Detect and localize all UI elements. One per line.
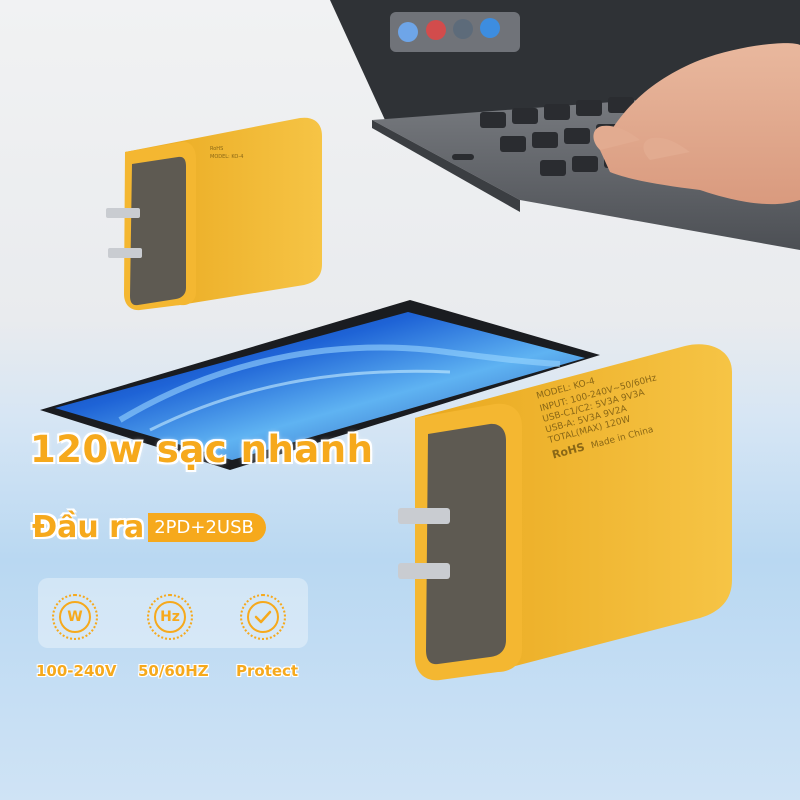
dock-app-icon: [426, 20, 446, 40]
dock-app-icon: [398, 22, 418, 42]
dock-app-icon: [480, 18, 500, 38]
dock-app-icon: [453, 19, 473, 39]
feature-label-voltage: 100-240V: [36, 662, 117, 680]
svg-text:MODEL: KO-4: MODEL: KO-4: [210, 154, 243, 160]
hertz-icon: Hz: [147, 594, 193, 640]
plug-prong: [398, 563, 450, 579]
check-icon: [240, 594, 286, 640]
product-banner: RoHS MODEL: KO-4 MODEL: KO-4 INPUT: 100-…: [0, 0, 800, 800]
usb-c-port: [452, 154, 474, 160]
charger-face: [130, 156, 186, 306]
feature-label-protect: Protect: [236, 662, 299, 680]
output-ports-badge: 2PD+2USB: [148, 513, 266, 542]
watt-icon-symbol: W: [59, 601, 91, 633]
plug-prong: [106, 208, 140, 218]
output-label: Đầu ra: [32, 510, 145, 545]
hertz-icon-symbol: Hz: [154, 601, 186, 633]
watt-icon: W: [52, 594, 98, 640]
svg-text:RoHS: RoHS: [210, 146, 223, 152]
plug-prong: [108, 248, 142, 258]
plug-prong: [398, 508, 450, 524]
output-row: Đầu ra 2PD+2USB: [32, 510, 266, 545]
headline: 120w sạc nhanh: [30, 428, 374, 471]
charger-small: RoHS MODEL: KO-4: [106, 117, 322, 311]
checkmark-glyph: [254, 610, 272, 624]
charger-face: [426, 423, 506, 665]
product-photo: RoHS MODEL: KO-4 MODEL: KO-4 INPUT: 100-…: [40, 0, 800, 681]
feature-label-frequency: 50/60HZ: [138, 662, 209, 680]
